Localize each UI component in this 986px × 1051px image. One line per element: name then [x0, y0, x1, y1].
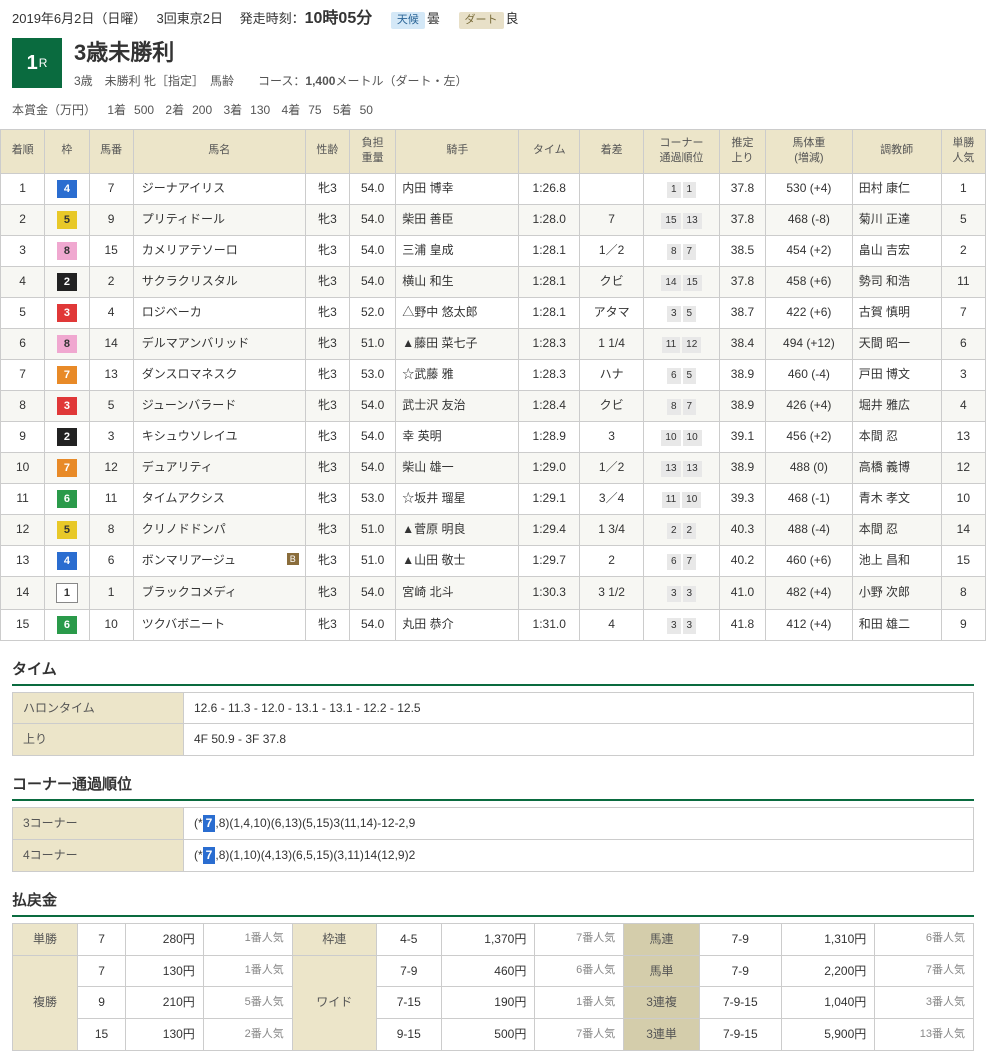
race-header: 2019年6月2日（日曜） 3回東京2日 発走時刻：10時05分 天候曇 ダート…: [0, 0, 986, 38]
col-c2: 枠: [45, 129, 89, 173]
race-number-badge: 1R: [12, 38, 62, 88]
payout-table: 単勝7280円1番人気 枠連4-51,370円7番人気 馬連7-91,310円6…: [12, 923, 974, 1051]
race-date: 2019年6月2日（日曜）: [12, 11, 140, 26]
col-c12: 馬体重(増減): [766, 129, 853, 173]
track-label: ダート: [459, 12, 504, 29]
col-c1: 着順: [1, 129, 45, 173]
col-c11: 推定上り: [719, 129, 765, 173]
section-payout: 払戻金: [12, 890, 974, 917]
table-row: 7713ダンスロマネスク牝353.0☆武藤 雅1:28.3ハナ6538.9460…: [1, 359, 986, 390]
weather-label: 天候: [391, 12, 425, 29]
track-val: 良: [506, 11, 519, 26]
race-subtitle: 3歳 未勝利 牝［指定］ 馬齢 コース：1,400メートル（ダート・左）: [74, 73, 467, 90]
col-c3: 馬番: [89, 129, 133, 173]
corner-table: 3コーナー(*7,8)(1,4,10)(6,13)(5,15)3(11,14)-…: [12, 807, 974, 872]
table-row: 6814デルマアンバリッド牝351.0▲藤田 菜七子1:28.31 1/4111…: [1, 328, 986, 359]
col-c5: 性齢: [305, 129, 349, 173]
post-time: 10時05分: [305, 10, 373, 27]
table-row: 1346ボンマリアージュB牝351.0▲山田 敬士1:29.726740.246…: [1, 545, 986, 576]
table-row: 259プリティドール牝354.0柴田 善臣1:28.07151337.8468 …: [1, 204, 986, 235]
col-c4: 馬名: [133, 129, 305, 173]
section-time: タイム: [12, 659, 974, 686]
table-row: 3815カメリアテソーロ牝354.0三浦 皇成1:28.11／28738.545…: [1, 235, 986, 266]
blinker-icon: B: [287, 553, 299, 565]
col-c9: 着差: [579, 129, 643, 173]
table-row: 835ジューンバラード牝354.0武士沢 友治1:28.4クビ8738.9426…: [1, 390, 986, 421]
table-row: 1258クリノドドンパ牝351.0▲菅原 明良1:29.41 3/42240.3…: [1, 514, 986, 545]
col-c13: 調教師: [852, 129, 941, 173]
table-row: 534ロジベーカ牝352.0△野中 悠太郎1:28.1アタマ3538.7422 …: [1, 297, 986, 328]
col-c10: コーナー通過順位: [644, 129, 720, 173]
post-label: 発走時刻：: [240, 11, 305, 26]
results-table: 着順枠馬番馬名性齢負担重量騎手タイム着差コーナー通過順位推定上り馬体重(増減)調…: [0, 129, 986, 641]
table-row: 1411ブラックコメディ牝354.0宮崎 北斗1:30.33 1/23341.0…: [1, 576, 986, 609]
table-row: 15610ツクバボニート牝354.0丸田 恭介1:31.043341.8412 …: [1, 609, 986, 640]
time-table: ハロンタイム12.6 - 11.3 - 12.0 - 13.1 - 13.1 -…: [12, 692, 974, 757]
col-c14: 単勝人気: [941, 129, 985, 173]
col-c6: 負担重量: [350, 129, 396, 173]
prize-money: 本賞金（万円） 1着500 2着200 3着130 4着75 5着50: [0, 98, 986, 129]
section-corner: コーナー通過順位: [12, 774, 974, 801]
race-kaisai: 3回東京2日: [157, 11, 223, 26]
race-title: 3歳未勝利: [74, 38, 467, 69]
table-row: 147ジーナアイリス牝354.0内田 博幸1:26.81137.8530 (+4…: [1, 173, 986, 204]
table-row: 11611タイムアクシス牝353.0☆坂井 瑠星1:29.13／4111039.…: [1, 483, 986, 514]
col-c7: 騎手: [396, 129, 519, 173]
table-row: 923キシュウソレイユ牝354.0幸 英明1:28.93101039.1456 …: [1, 421, 986, 452]
col-c8: タイム: [519, 129, 579, 173]
table-row: 10712デュアリティ牝354.0柴山 雄一1:29.01／2131338.94…: [1, 452, 986, 483]
weather-val: 曇: [427, 11, 440, 26]
table-row: 422サクラクリスタル牝354.0横山 和生1:28.1クビ141537.845…: [1, 266, 986, 297]
